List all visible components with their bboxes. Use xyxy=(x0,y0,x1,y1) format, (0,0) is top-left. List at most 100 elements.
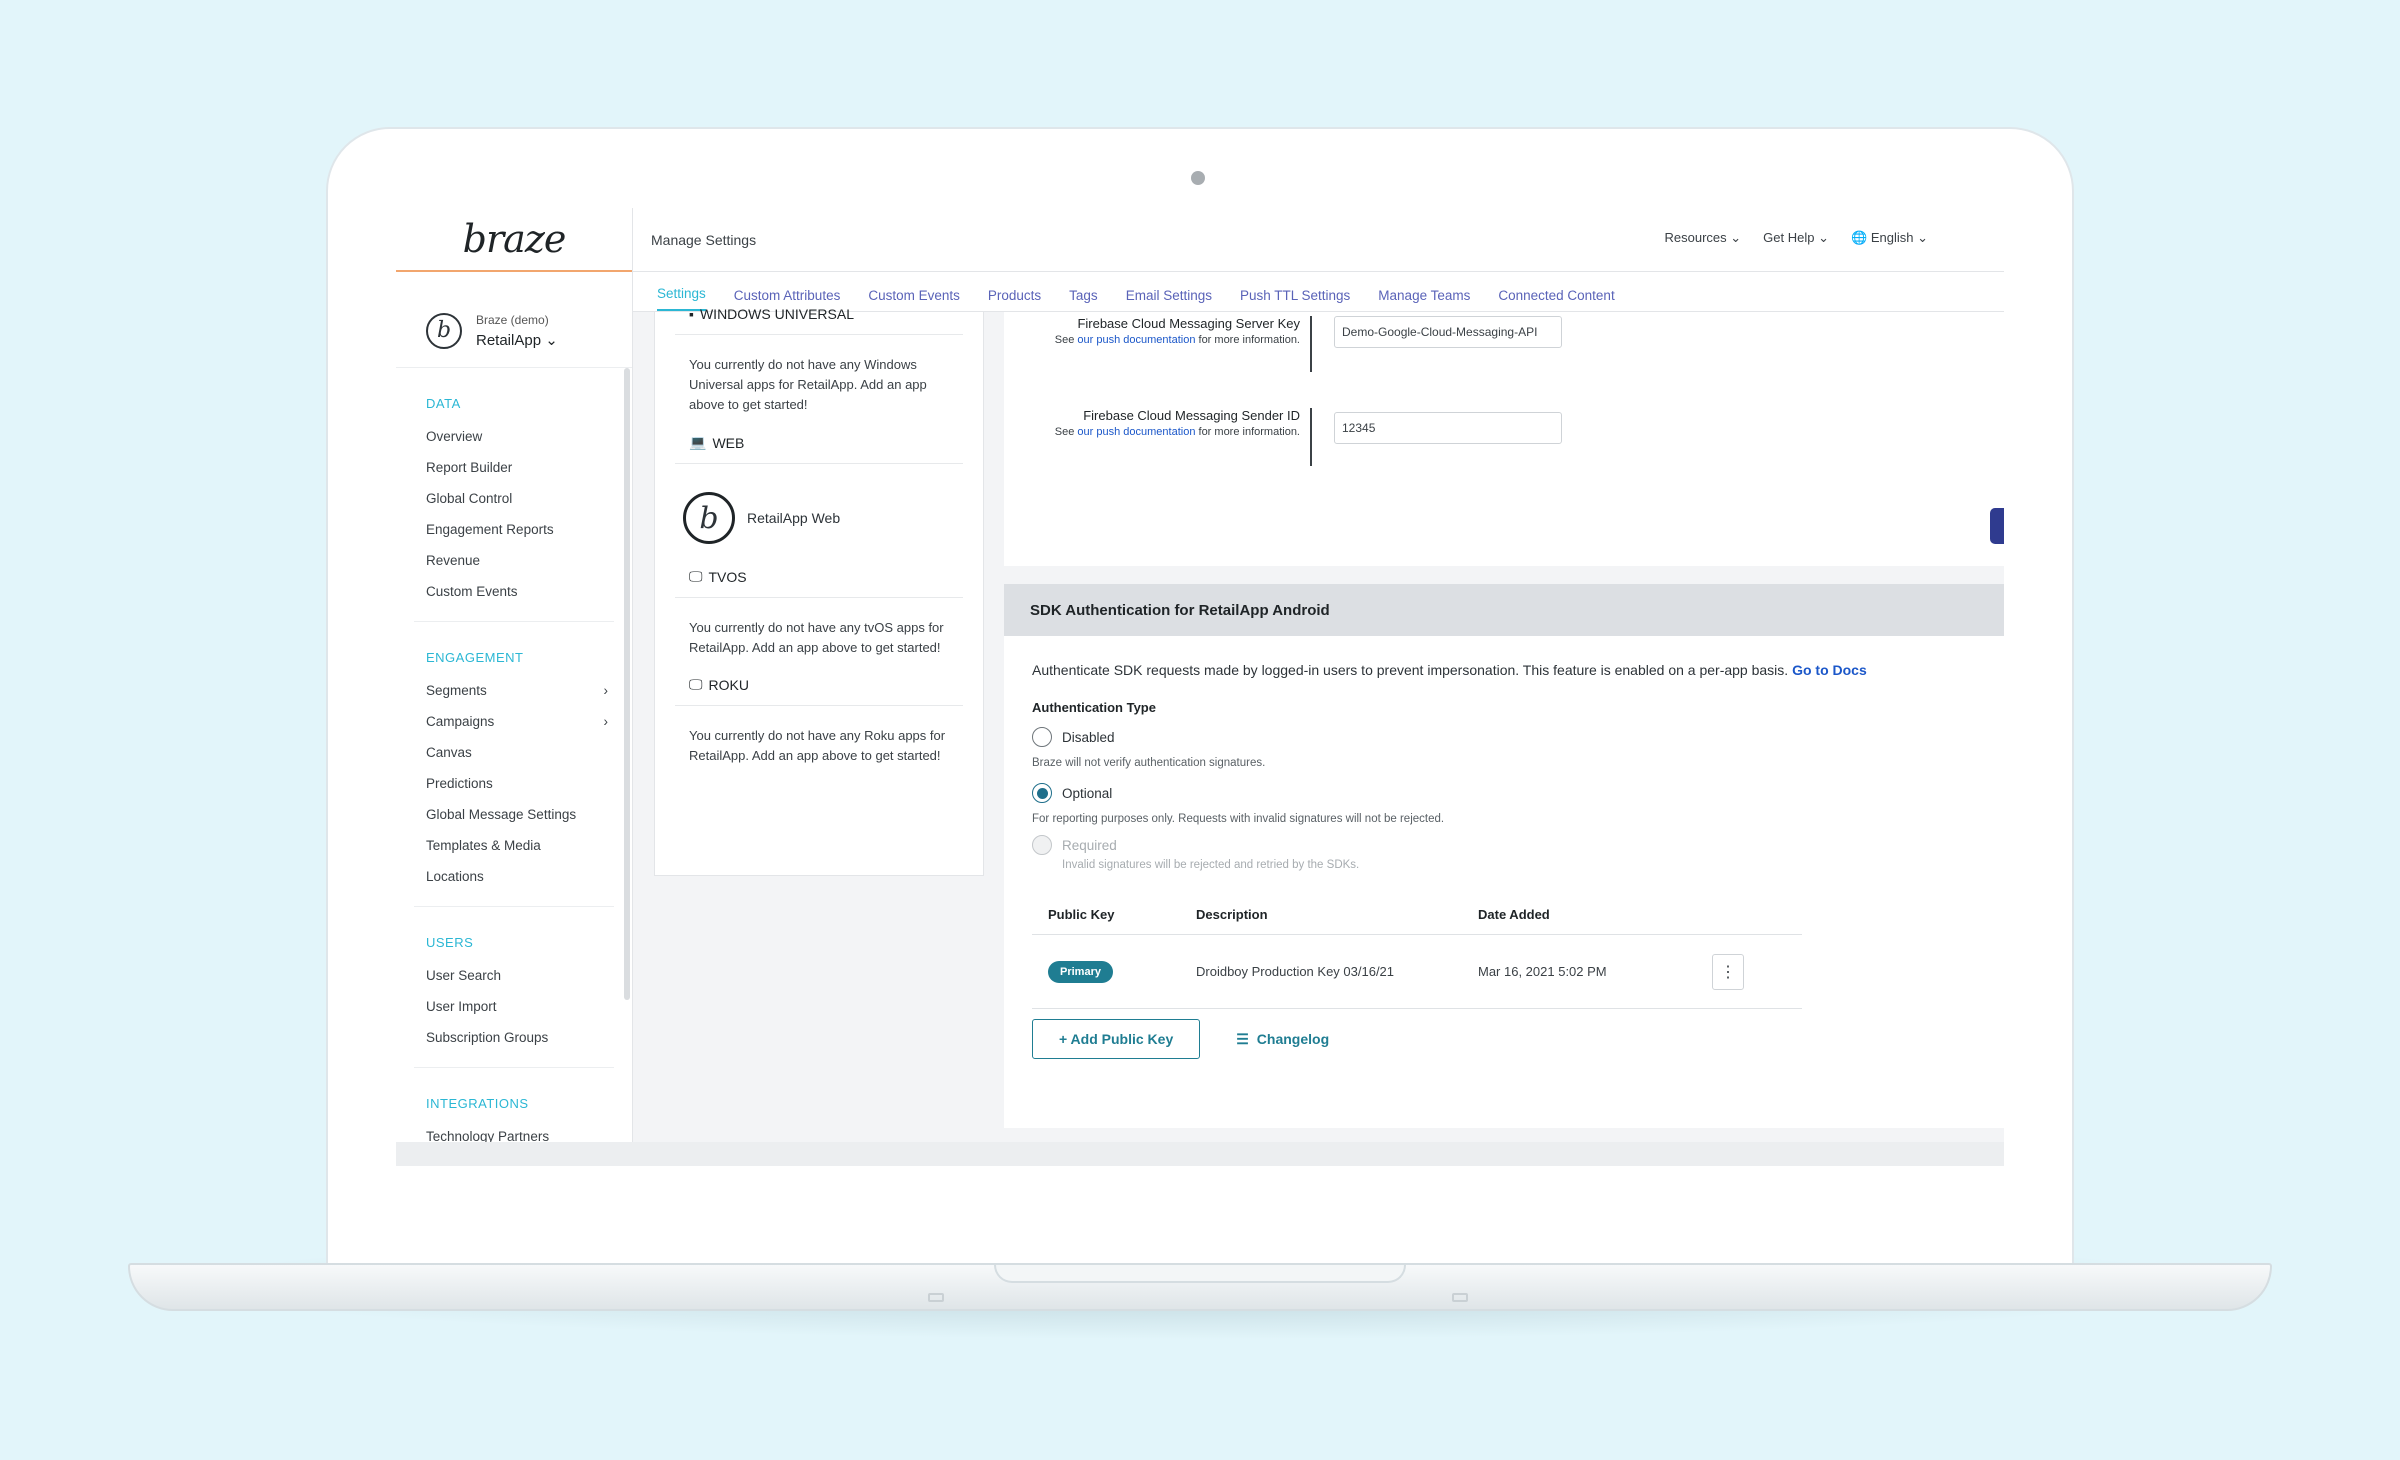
nav-heading: DATA xyxy=(426,396,461,411)
sidebar-item-canvas[interactable]: Canvas xyxy=(426,737,632,768)
laptop-foot xyxy=(1452,1293,1468,1302)
radio-label: Disabled xyxy=(1062,729,1115,745)
tab-products[interactable]: Products xyxy=(988,288,1041,311)
sidebar-item-locations[interactable]: Locations xyxy=(426,861,632,892)
nav-heading: USERS xyxy=(426,935,474,950)
language-menu[interactable]: 🌐 English ⌄ xyxy=(1851,230,1928,246)
hint-suffix: for more information. xyxy=(1195,426,1301,438)
org-name: Braze (demo) xyxy=(476,312,549,327)
firebase-settings-card: Firebase Cloud Messaging Server Key See … xyxy=(1004,312,2004,566)
tab-push-ttl-settings[interactable]: Push TTL Settings xyxy=(1240,288,1350,311)
sender-id-input[interactable] xyxy=(1334,412,1562,444)
table-cell: ⋮ xyxy=(1712,953,1802,990)
sidebar-item-user-search[interactable]: User Search xyxy=(426,960,632,991)
sdk-card-title: SDK Authentication for RetailApp Android xyxy=(1004,584,2004,636)
top-links: Resources ⌄ Get Help ⌄ 🌐 English ⌄ xyxy=(1665,230,1929,246)
server-key-input[interactable] xyxy=(1334,316,1562,348)
braze-logo[interactable]: braze xyxy=(463,217,567,261)
sidebar-item-label: Templates & Media xyxy=(426,838,541,853)
sidebar-item-label: Report Builder xyxy=(426,460,513,475)
hint-prefix: See xyxy=(1054,426,1078,438)
sidebar-item-templates-media[interactable]: Templates & Media xyxy=(426,830,632,861)
sidebar-item-label: Revenue xyxy=(426,553,481,568)
laptop-icon: 💻 xyxy=(689,434,707,450)
sidebar-scrollbar[interactable] xyxy=(624,368,630,1000)
go-to-docs-link[interactable]: Go to Docs xyxy=(1792,662,1867,678)
radio-hint: For reporting purposes only. Requests wi… xyxy=(1032,813,1445,825)
auth-type-label: Authentication Type xyxy=(1032,700,1156,715)
sidebar-item-engagement-reports[interactable]: Engagement Reports xyxy=(426,514,632,545)
changelog-button[interactable]: ☰ Changelog xyxy=(1236,1031,1329,1048)
tab-tags[interactable]: Tags xyxy=(1069,288,1098,311)
app-switcher[interactable]: b Braze (demo) RetailApp ⌄ xyxy=(396,272,632,368)
platform-heading-tvos: 🖵 TVOS xyxy=(675,568,963,598)
hint-suffix: for more information. xyxy=(1195,334,1301,346)
divider xyxy=(1310,316,1312,372)
sidebar-item-revenue[interactable]: Revenue xyxy=(426,545,632,576)
auth-option-disabled[interactable]: Disabled xyxy=(1032,727,1976,747)
field-hint: See our push documentation for more info… xyxy=(1020,425,1300,440)
radio-label: Required xyxy=(1062,837,1117,853)
radio-disabled[interactable] xyxy=(1032,727,1052,747)
platform-app-retailapp-web[interactable]: b RetailApp Web xyxy=(675,464,963,568)
chevron-down-icon: ⌄ xyxy=(1730,230,1742,245)
push-docs-link[interactable]: our push documentation xyxy=(1077,426,1195,438)
sidebar-item-label: Segments xyxy=(426,683,487,698)
resources-menu[interactable]: Resources ⌄ xyxy=(1665,230,1742,246)
platform-note: You currently do not have any Roku apps … xyxy=(689,728,946,763)
sdk-description: Authenticate SDK requests made by logged… xyxy=(1032,662,1976,678)
sdk-authentication-card: SDK Authentication for RetailApp Android… xyxy=(1004,584,2004,1128)
platform-note: You currently do not have any tvOS apps … xyxy=(689,620,944,655)
sidebar-item-campaigns[interactable]: Campaigns › xyxy=(426,706,632,737)
sidebar-item-label: Campaigns xyxy=(426,714,495,729)
auth-option-optional[interactable]: Optional xyxy=(1032,783,1976,803)
sidebar-item-segments[interactable]: Segments › xyxy=(426,675,632,706)
platform-note: You currently do not have any Windows Un… xyxy=(675,335,963,434)
sidebar-item-label: Predictions xyxy=(426,776,493,791)
chevron-down-icon: ⌄ xyxy=(1917,230,1928,245)
sidebar-item-report-builder[interactable]: Report Builder xyxy=(426,452,632,483)
sdk-card-body: Authenticate SDK requests made by logged… xyxy=(1004,636,2004,1085)
column-header: Public Key xyxy=(1048,907,1115,922)
platform-heading-roku: 🖵 ROKU xyxy=(675,676,963,706)
table-cell: Primary xyxy=(1032,960,1196,983)
tab-connected-content[interactable]: Connected Content xyxy=(1498,288,1614,311)
nav-heading: ENGAGEMENT xyxy=(426,650,524,665)
sidebar-item-subscription-groups[interactable]: Subscription Groups xyxy=(426,1022,632,1053)
list-icon: ☰ xyxy=(1236,1030,1249,1047)
camera-icon xyxy=(1191,171,1205,185)
language-label: English xyxy=(1870,230,1914,245)
sidebar-item-user-import[interactable]: User Import xyxy=(426,991,632,1022)
sender-id-label: Firebase Cloud Messaging Sender ID See o… xyxy=(1020,408,1300,440)
divider xyxy=(414,906,614,907)
sidebar-item-label: Engagement Reports xyxy=(426,522,554,537)
get-help-menu[interactable]: Get Help ⌄ xyxy=(1763,230,1829,246)
sidebar-item-label: Locations xyxy=(426,869,484,884)
add-public-key-button[interactable]: + Add Public Key xyxy=(1032,1019,1201,1059)
side-drawer-tab[interactable] xyxy=(1990,508,2004,544)
sidebar-item-label: Global Control xyxy=(426,491,513,506)
logo-area: braze xyxy=(396,208,632,272)
sidebar-item-custom-events[interactable]: Custom Events xyxy=(426,576,632,607)
radio-required[interactable] xyxy=(1032,835,1052,855)
app-screen: braze b Braze (demo) RetailApp ⌄ DATA Ov… xyxy=(396,208,2004,1166)
chevron-down-icon: ⌄ xyxy=(545,331,558,349)
sidebar-item-label: Custom Events xyxy=(426,584,518,599)
sidebar-item-global-message-settings[interactable]: Global Message Settings xyxy=(426,799,632,830)
sidebar-item-overview[interactable]: Overview xyxy=(426,421,632,452)
push-docs-link[interactable]: our push documentation xyxy=(1077,334,1195,346)
platform-title: WEB xyxy=(712,434,745,451)
auth-option-required[interactable]: Required xyxy=(1032,835,1976,855)
tab-email-settings[interactable]: Email Settings xyxy=(1126,288,1212,311)
sidebar-item-label: Canvas xyxy=(426,745,472,760)
braze-b-icon: b xyxy=(426,312,462,349)
sidebar-item-predictions[interactable]: Predictions xyxy=(426,768,632,799)
more-options-icon[interactable]: ⋮ xyxy=(1712,953,1744,990)
laptop-notch xyxy=(994,1265,1406,1283)
nav-heading: INTEGRATIONS xyxy=(426,1096,529,1111)
sdk-description-text: Authenticate SDK requests made by logged… xyxy=(1032,662,1789,678)
tab-manage-teams[interactable]: Manage Teams xyxy=(1378,288,1470,311)
bottom-strip xyxy=(396,1142,2004,1166)
radio-optional[interactable] xyxy=(1032,783,1052,803)
sidebar-item-global-control[interactable]: Global Control xyxy=(426,483,632,514)
